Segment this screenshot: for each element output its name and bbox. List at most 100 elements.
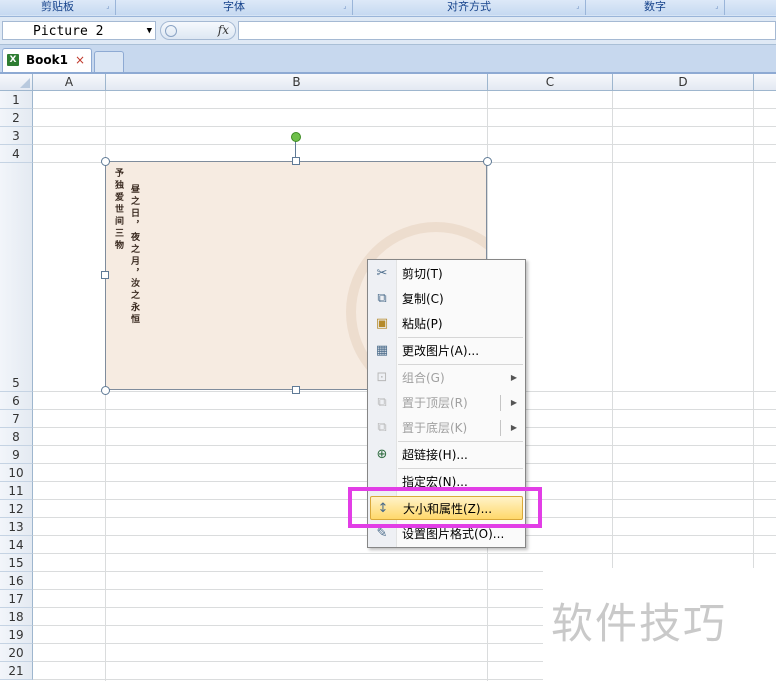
row-header[interactable]: 4 — [0, 145, 33, 163]
dialog-launcher-icon[interactable]: ⌟ — [104, 2, 112, 10]
column-header-b[interactable]: B — [106, 74, 488, 91]
row-number: 4 — [12, 147, 20, 161]
dialog-launcher-icon[interactable]: ⌟ — [574, 2, 582, 10]
row-header[interactable]: 12 — [0, 500, 33, 518]
resize-handle-top-right[interactable] — [483, 157, 492, 166]
row-header[interactable]: 11 — [0, 482, 33, 500]
column-header-a[interactable]: A — [33, 74, 106, 91]
rotate-handle[interactable] — [291, 132, 301, 142]
resize-handle-left[interactable] — [101, 271, 109, 279]
row-header[interactable]: 5 — [0, 163, 33, 392]
select-all-icon — [20, 78, 30, 88]
menu-item-label: 置于底层(K) — [402, 421, 468, 435]
watermark-text: 软件技巧 — [551, 599, 728, 648]
row-number: 18 — [8, 610, 24, 624]
menu-item-hyperlink[interactable]: ⊕ 超链接(H)... — [370, 443, 523, 467]
row-header[interactable]: 8 — [0, 428, 33, 446]
ribbon-group-number[interactable]: 数字 ⌟ — [586, 0, 725, 15]
menu-item-cut[interactable]: ✂ 剪切(T) — [370, 262, 523, 286]
row-number: 9 — [12, 448, 20, 462]
split-divider — [500, 420, 501, 436]
row-number: 5 — [12, 376, 20, 390]
row-header[interactable]: 9 — [0, 446, 33, 464]
poem-column: 汝之永恒 — [129, 278, 139, 326]
menu-separator — [398, 364, 523, 365]
submenu-arrow-icon: ▶ — [510, 423, 517, 432]
circle-icon — [165, 25, 177, 37]
select-all-button[interactable] — [0, 74, 33, 91]
row-header[interactable]: 6 — [0, 392, 33, 410]
row-header[interactable]: 16 — [0, 572, 33, 590]
poem-column: 昼之日，夜之月， — [129, 184, 139, 280]
ribbon-group-label: 剪贴板 — [41, 0, 74, 13]
row-number: 7 — [12, 412, 20, 426]
column-header-e[interactable] — [754, 74, 776, 91]
row-header[interactable]: 20 — [0, 644, 33, 662]
row-header[interactable]: 17 — [0, 590, 33, 608]
scissors-icon: ✂ — [376, 266, 388, 281]
resize-handle-top-left[interactable] — [101, 157, 110, 166]
new-tab-button[interactable] — [94, 51, 124, 72]
resize-handle-top[interactable] — [292, 157, 300, 165]
ribbon-group-bar: 剪贴板 ⌟ 字体 ⌟ 对齐方式 ⌟ 数字 ⌟ — [0, 0, 776, 17]
name-box[interactable]: Picture 2 ▼ — [2, 21, 156, 40]
ribbon-group-more[interactable] — [725, 0, 776, 15]
gridline — [33, 144, 776, 145]
row-number: 11 — [8, 484, 24, 498]
ribbon-group-font[interactable]: 字体 ⌟ — [116, 0, 353, 15]
row-number: 12 — [8, 502, 24, 516]
insert-function-button[interactable]: fx — [218, 23, 229, 37]
formula-input[interactable] — [238, 21, 776, 40]
column-header-d[interactable]: D — [613, 74, 754, 91]
ribbon-group-label: 对齐方式 — [447, 0, 491, 13]
change-picture-icon: ▦ — [375, 343, 389, 358]
row-number: 3 — [12, 129, 20, 143]
row-header[interactable]: 21 — [0, 662, 33, 680]
gridline — [33, 553, 776, 554]
format-picture-icon: ✎ — [376, 526, 388, 541]
name-box-value: Picture 2 — [33, 24, 104, 39]
gridline — [33, 108, 776, 109]
row-header[interactable]: 1 — [0, 91, 33, 109]
split-divider — [500, 395, 501, 411]
column-header-c[interactable]: C — [488, 74, 613, 91]
row-number: 6 — [12, 394, 20, 408]
gridline — [33, 126, 776, 127]
menu-item-label: 剪切(T) — [402, 267, 443, 281]
menu-item-paste[interactable]: ▣ 粘贴(P) — [370, 312, 523, 336]
row-number: 13 — [8, 520, 24, 534]
row-number: 10 — [8, 466, 24, 480]
menu-item-label: 超链接(H)... — [402, 448, 468, 462]
row-number: 15 — [8, 556, 24, 570]
row-header[interactable]: 19 — [0, 626, 33, 644]
row-header[interactable]: 3 — [0, 127, 33, 145]
row-header[interactable]: 2 — [0, 109, 33, 127]
ribbon-group-clipboard[interactable]: 剪贴板 ⌟ — [0, 0, 116, 15]
ribbon-group-label: 字体 — [223, 0, 245, 13]
row-header[interactable]: 10 — [0, 464, 33, 482]
tab-book1[interactable]: X Book1 × — [2, 48, 92, 72]
row-header[interactable]: 13 — [0, 518, 33, 536]
highlight-annotation-box — [348, 487, 542, 528]
formula-bar: Picture 2 ▼ fx — [0, 17, 776, 45]
group-icon: ⊡ — [376, 370, 388, 385]
row-number: 8 — [12, 430, 20, 444]
ribbon-group-alignment[interactable]: 对齐方式 ⌟ — [353, 0, 586, 15]
row-header[interactable]: 7 — [0, 410, 33, 428]
menu-item-bring-to-front: ⧉ 置于顶层(R) ▶ — [370, 391, 523, 415]
row-number: 14 — [8, 538, 24, 552]
close-icon[interactable]: × — [75, 49, 85, 72]
row-header[interactable]: 15 — [0, 554, 33, 572]
resize-handle-bottom-left[interactable] — [101, 386, 110, 395]
chevron-down-icon[interactable]: ▼ — [147, 22, 152, 41]
menu-item-label: 更改图片(A)... — [402, 344, 480, 358]
dialog-launcher-icon[interactable]: ⌟ — [713, 2, 721, 10]
dialog-launcher-icon[interactable]: ⌟ — [341, 2, 349, 10]
row-header[interactable]: 18 — [0, 608, 33, 626]
row-number: 1 — [12, 93, 20, 107]
menu-item-change-picture[interactable]: ▦ 更改图片(A)... — [370, 339, 523, 363]
menu-item-copy[interactable]: ⧉ 复制(C) — [370, 287, 523, 311]
row-header[interactable]: 14 — [0, 536, 33, 554]
resize-handle-bottom[interactable] — [292, 386, 300, 394]
insert-function-group: fx — [160, 21, 236, 40]
